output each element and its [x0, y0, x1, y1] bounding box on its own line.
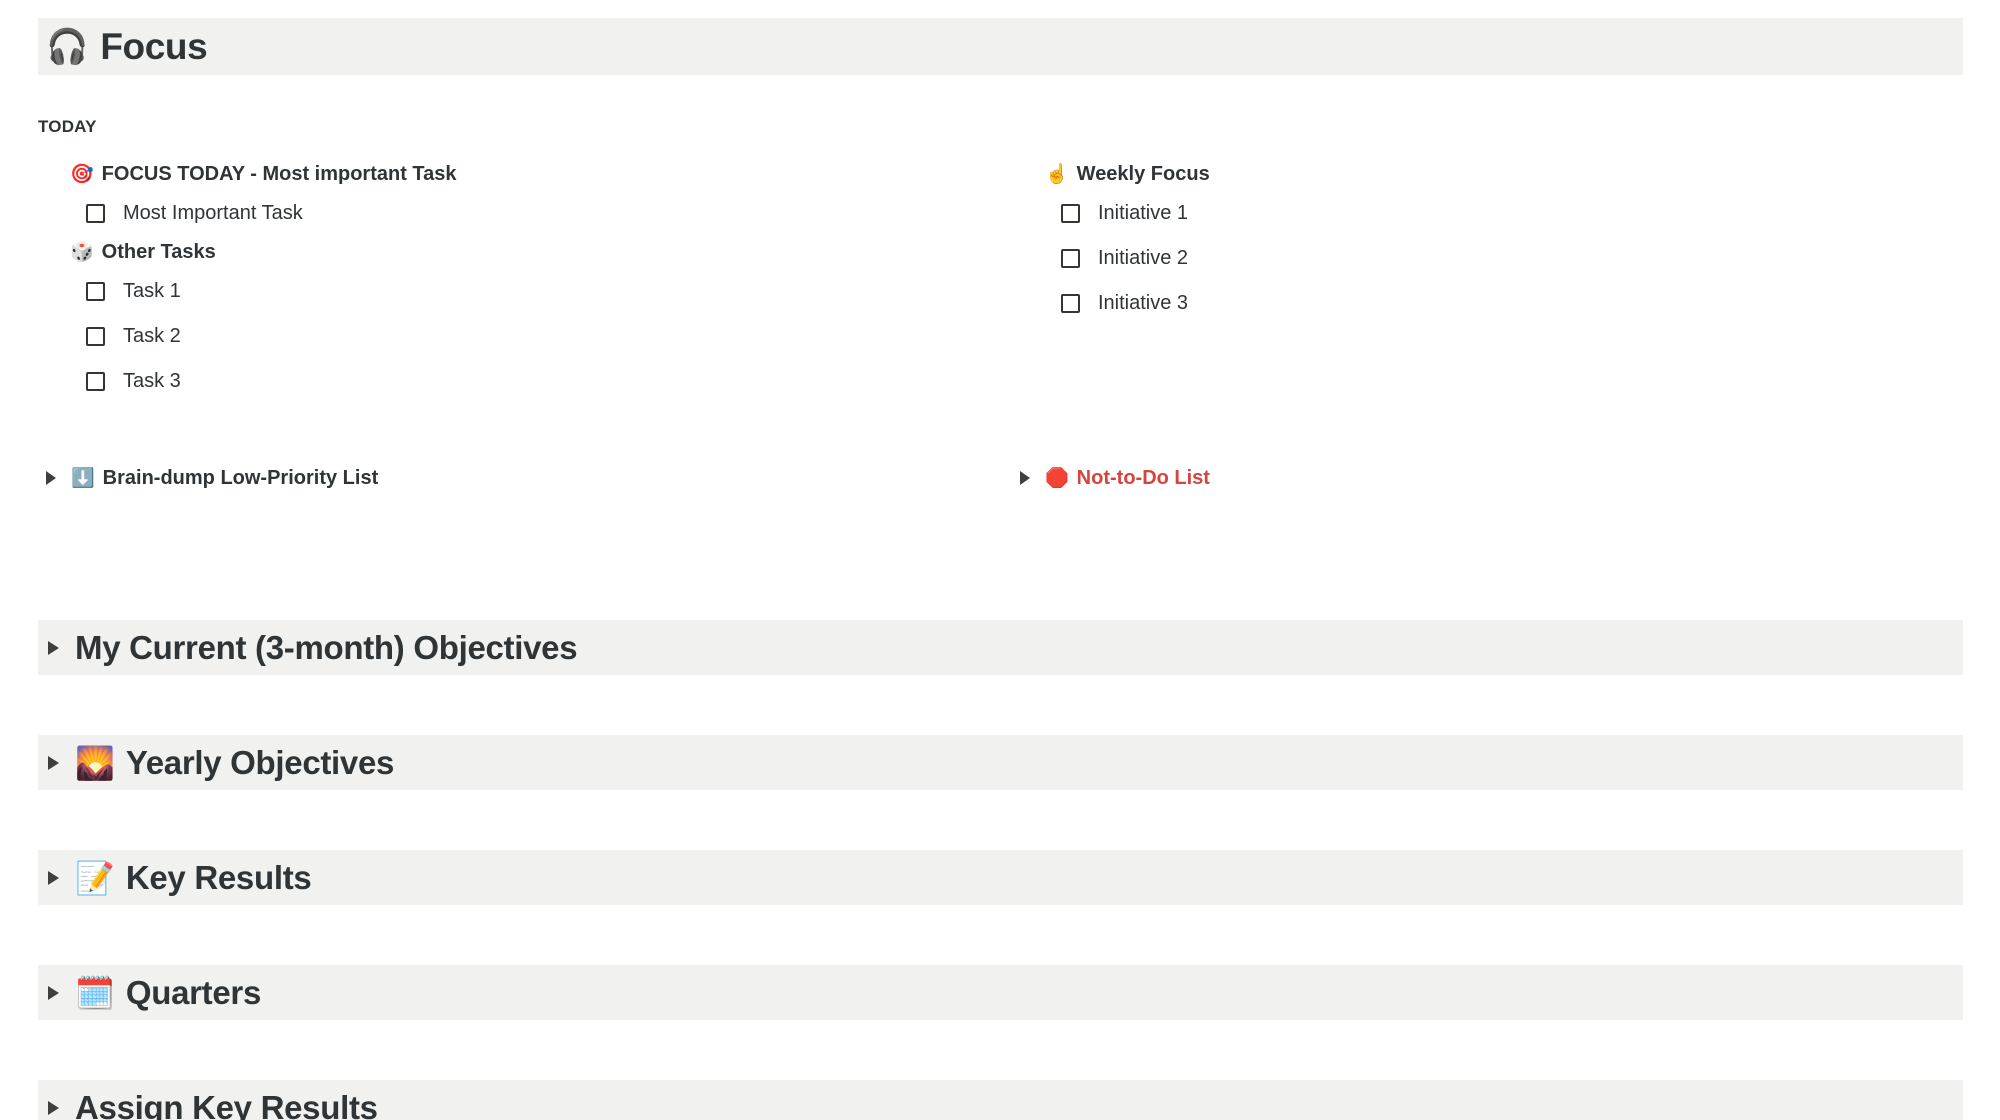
today-right-column: ☝️ Weekly Focus Initiative 1 Initiative …	[1045, 158, 1915, 326]
section-label: Quarters	[125, 973, 262, 1011]
initiative-item-label: Initiative 2	[1098, 247, 1189, 269]
todo-item[interactable]: Task 3	[70, 359, 990, 404]
stop-sign-emoji: 🛑	[1045, 466, 1069, 489]
focus-page: 🎧 Focus TODAY 🎯 FOCUS TODAY - Most impor…	[0, 0, 2000, 1120]
section-yearly-objectives[interactable]: 🌄 Yearly Objectives	[38, 735, 1963, 790]
section-my-current-objectives[interactable]: My Current (3-month) Objectives	[38, 620, 1963, 675]
initiative-item-label: Initiative 3	[1098, 292, 1189, 314]
section-label: My Current (3-month) Objectives	[75, 628, 578, 666]
down-arrow-emoji: ⬇️	[71, 466, 95, 489]
chevron-right-icon[interactable]	[48, 985, 59, 1000]
weekly-focus-group-label: Weekly Focus	[1076, 163, 1210, 185]
checkbox-icon[interactable]	[1061, 249, 1080, 268]
direct-hit-emoji: 🎯	[70, 163, 94, 185]
initiative-item[interactable]: Initiative 3	[1045, 281, 1915, 326]
today-heading: TODAY	[38, 117, 97, 136]
not-to-do-toggle[interactable]: 🛑 Not-to-Do List	[1020, 461, 1210, 495]
initiative-item[interactable]: Initiative 2	[1045, 236, 1915, 281]
index-pointing-up-emoji: ☝️	[1045, 163, 1069, 185]
section-key-results[interactable]: 📝 Key Results	[38, 850, 1963, 905]
initiative-item[interactable]: Initiative 1	[1045, 191, 1915, 236]
todo-item[interactable]: Most Important Task	[70, 191, 990, 236]
other-tasks-group-label: Other Tasks	[101, 241, 216, 263]
todo-item-label: Task 2	[123, 325, 181, 347]
section-label: Key Results	[125, 858, 312, 896]
checkbox-icon[interactable]	[1061, 294, 1080, 313]
chevron-right-icon[interactable]	[48, 870, 59, 885]
focus-today-group-heading: 🎯 FOCUS TODAY - Most important Task	[70, 158, 990, 191]
page-title-band: 🎧 Focus	[38, 18, 1963, 75]
todo-item[interactable]: Task 1	[70, 269, 990, 314]
game-die-emoji: 🎲	[70, 241, 94, 263]
todo-item-label: Most Important Task	[123, 202, 303, 224]
checkbox-icon[interactable]	[86, 204, 105, 223]
sunrise-over-mountains-emoji: 🌄	[75, 743, 115, 782]
checkbox-icon[interactable]	[86, 282, 105, 301]
checkbox-icon[interactable]	[1061, 204, 1080, 223]
todo-item-label: Task 3	[123, 370, 181, 392]
section-quarters[interactable]: 🗓️ Quarters	[38, 965, 1963, 1020]
chevron-right-icon[interactable]	[48, 755, 59, 770]
chevron-right-icon[interactable]	[1020, 471, 1030, 485]
checkbox-icon[interactable]	[86, 372, 105, 391]
spiral-calendar-emoji: 🗓️	[75, 973, 115, 1012]
chevron-right-icon[interactable]	[48, 640, 59, 655]
focus-today-group-label: FOCUS TODAY - Most important Task	[101, 163, 457, 185]
section-assign-key-results[interactable]: Assign Key Results	[38, 1080, 1963, 1120]
chevron-right-icon[interactable]	[48, 1100, 59, 1115]
headphones-emoji: 🎧	[46, 26, 89, 67]
brain-dump-toggle-label: Brain-dump Low-Priority List	[102, 466, 379, 489]
section-label: Assign Key Results	[75, 1088, 378, 1120]
memo-emoji: 📝	[75, 858, 115, 897]
brain-dump-toggle[interactable]: ⬇️ Brain-dump Low-Priority List	[46, 461, 378, 495]
today-left-column: 🎯 FOCUS TODAY - Most important Task Most…	[70, 158, 990, 404]
not-to-do-toggle-label: Not-to-Do List	[1076, 466, 1210, 489]
todo-item[interactable]: Task 2	[70, 314, 990, 359]
page-title: Focus	[100, 25, 208, 67]
todo-item-label: Task 1	[123, 280, 181, 302]
other-tasks-group-heading: 🎲 Other Tasks	[70, 236, 990, 269]
chevron-right-icon[interactable]	[46, 471, 56, 485]
checkbox-icon[interactable]	[86, 327, 105, 346]
initiative-item-label: Initiative 1	[1098, 202, 1189, 224]
section-label: Yearly Objectives	[125, 743, 395, 781]
weekly-focus-group-heading: ☝️ Weekly Focus	[1045, 158, 1915, 191]
